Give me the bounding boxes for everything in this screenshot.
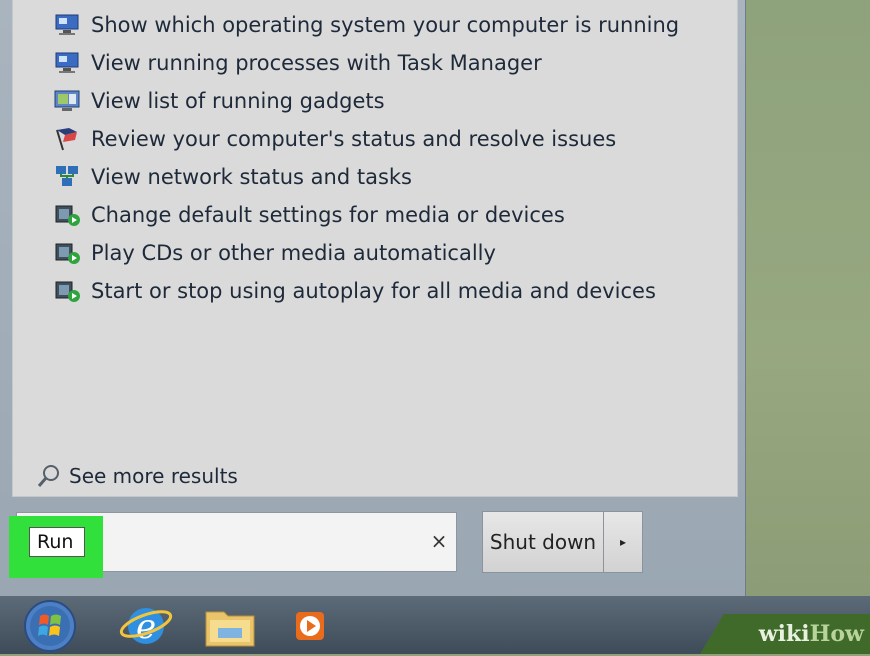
media-player-icon[interactable] [290, 598, 340, 652]
result-item[interactable]: Show which operating system your compute… [53, 6, 679, 44]
see-more-results-link[interactable]: See more results [35, 462, 238, 490]
watermark-how: How [809, 621, 864, 647]
start-orb-button[interactable] [20, 598, 80, 652]
shutdown-options-button[interactable]: ▸ [603, 511, 643, 573]
result-item[interactable]: Play CDs or other media automatically [53, 234, 679, 272]
result-item[interactable]: View network status and tasks [53, 158, 679, 196]
watermark-wiki: wiki [758, 621, 810, 647]
system-icon [53, 12, 83, 38]
gadgets-icon [53, 88, 83, 114]
clear-search-button[interactable]: × [428, 528, 450, 554]
action-center-flag-icon [53, 126, 83, 152]
system-icon [53, 50, 83, 76]
network-icon [53, 164, 83, 190]
result-label: Play CDs or other media automatically [91, 241, 496, 265]
autoplay-icon [53, 240, 83, 266]
see-more-label: See more results [69, 464, 238, 488]
search-query-text[interactable]: Run [29, 527, 85, 557]
result-label: Show which operating system your compute… [91, 13, 680, 37]
shutdown-button[interactable]: Shut down [482, 511, 604, 573]
result-label: Change default settings for media or dev… [91, 203, 565, 227]
result-item[interactable]: Change default settings for media or dev… [53, 196, 679, 234]
result-item[interactable]: View running processes with Task Manager [53, 44, 679, 82]
wikihow-watermark: wikiHow [700, 614, 870, 654]
file-explorer-icon[interactable] [200, 598, 260, 652]
result-label: View running processes with Task Manager [91, 51, 542, 75]
start-menu: Show which operating system your compute… [0, 0, 746, 596]
result-list: Show which operating system your compute… [53, 6, 679, 310]
autoplay-icon [53, 278, 83, 304]
internet-explorer-icon[interactable]: e [116, 598, 176, 652]
search-icon [35, 462, 63, 490]
autoplay-icon [53, 202, 83, 228]
result-item[interactable]: View list of running gadgets [53, 82, 679, 120]
result-label: View list of running gadgets [91, 89, 385, 113]
result-label: View network status and tasks [91, 165, 412, 189]
result-label: Start or stop using autoplay for all med… [91, 279, 656, 303]
result-item[interactable]: Review your computer's status and resolv… [53, 120, 679, 158]
result-item[interactable]: Start or stop using autoplay for all med… [53, 272, 679, 310]
search-results-pane: Show which operating system your compute… [12, 0, 738, 497]
result-label: Review your computer's status and resolv… [91, 127, 617, 151]
